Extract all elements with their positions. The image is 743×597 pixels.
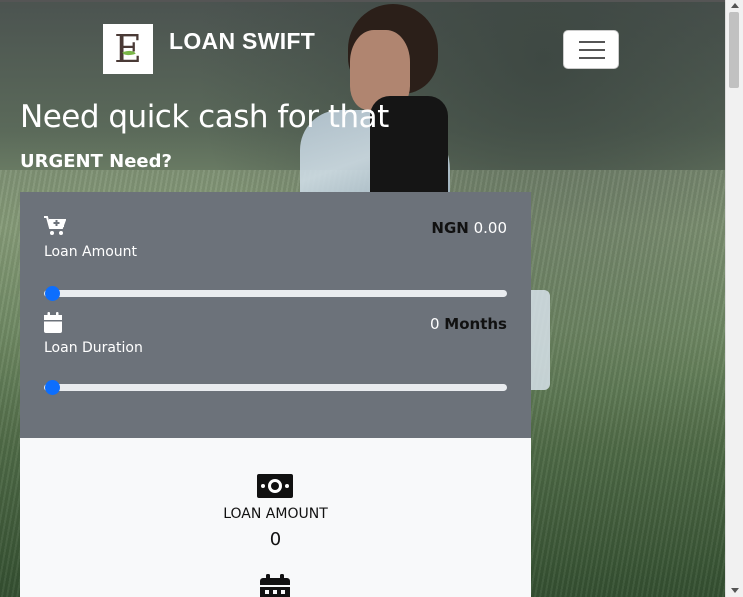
amount-number: 0.00 <box>473 219 507 237</box>
page-scrollbar[interactable] <box>725 0 743 597</box>
cart-plus-icon <box>44 216 66 235</box>
duration-number: 0 <box>429 315 440 333</box>
loan-duration-slider[interactable] <box>44 380 507 395</box>
brand-name[interactable]: LOAN SWIFT <box>169 28 315 55</box>
loan-duration-label: Loan Duration <box>44 340 143 356</box>
calendar-icon <box>44 312 62 333</box>
loan-duration-value: 0 Months <box>430 315 507 333</box>
navbar-toggle-button[interactable] <box>563 30 619 69</box>
loan-duration-slider-thumb[interactable] <box>45 380 60 395</box>
hamburger-icon-bar <box>579 57 605 59</box>
window-top-edge <box>0 0 743 2</box>
duration-unit: Months <box>444 315 507 333</box>
loan-amount-value: NGN 0.00 <box>431 219 507 237</box>
loan-amount-label: Loan Amount <box>44 244 138 260</box>
logo-letter: E <box>114 27 142 71</box>
hamburger-icon-bar <box>579 49 605 51</box>
loan-amount-summary-label: LOAN AMOUNT <box>223 506 328 522</box>
hamburger-icon <box>579 41 605 43</box>
scroll-down-arrow-icon[interactable] <box>731 588 739 593</box>
currency-code: NGN <box>431 219 469 237</box>
scroll-up-arrow-icon[interactable] <box>731 3 739 8</box>
loan-amount-slider[interactable] <box>44 286 507 301</box>
loan-summary-panel: LOAN AMOUNT 0 <box>20 438 531 597</box>
loan-amount-summary-value: 0 <box>269 529 282 550</box>
loan-amount-slider-thumb[interactable] <box>45 286 60 301</box>
brand-logo[interactable]: E <box>103 24 153 74</box>
hero-title: Need quick cash for that <box>20 99 389 135</box>
loan-calculator-card: Loan Amount NGN 0.00 Loan Duration 0 Mon… <box>20 192 531 438</box>
calendar-grid-icon <box>260 574 290 597</box>
scrollbar-thumb[interactable] <box>729 12 739 88</box>
money-bill-icon <box>257 474 293 498</box>
hero-subtitle: URGENT Need? <box>20 151 172 172</box>
